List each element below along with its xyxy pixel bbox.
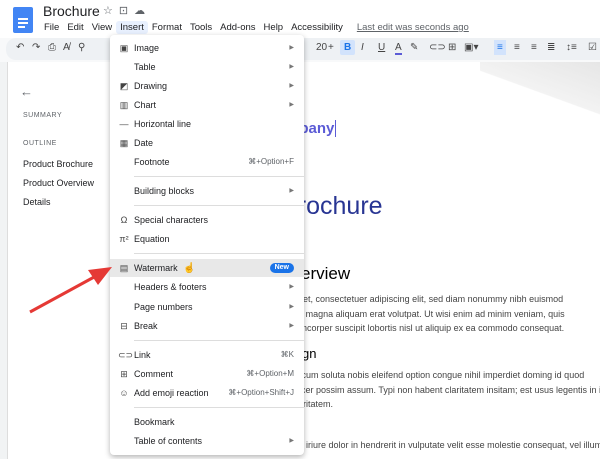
hand-cursor-icon: ☝ (183, 263, 196, 274)
arrow-shaft (29, 274, 97, 314)
arrow-head (88, 267, 112, 285)
annotation-arrow (29, 267, 112, 314)
